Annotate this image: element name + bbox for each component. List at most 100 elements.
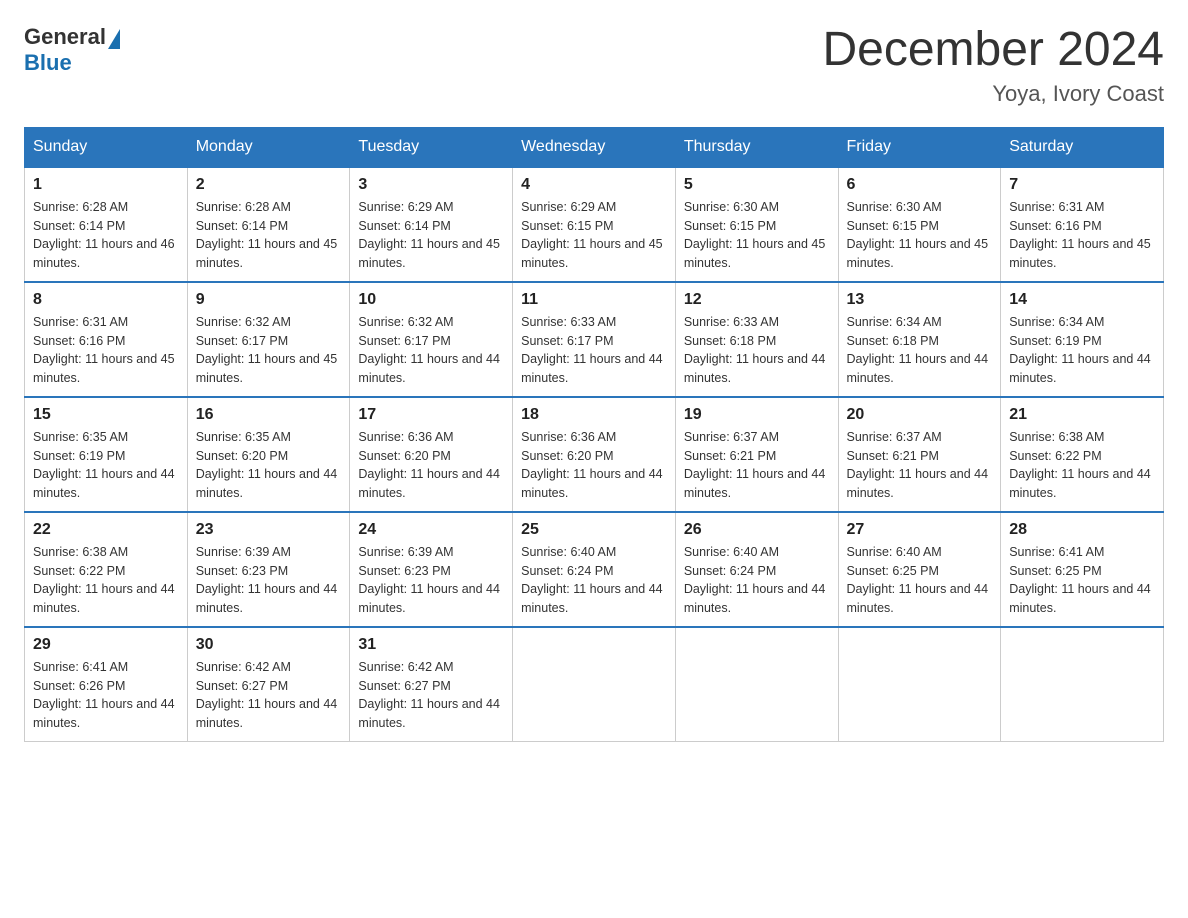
day-info: Sunrise: 6:40 AM Sunset: 6:24 PM Dayligh…	[684, 543, 830, 618]
calendar-cell	[1001, 627, 1164, 742]
day-number: 9	[196, 291, 342, 309]
calendar-cell: 30 Sunrise: 6:42 AM Sunset: 6:27 PM Dayl…	[187, 627, 350, 742]
day-number: 19	[684, 406, 830, 424]
calendar-cell: 19 Sunrise: 6:37 AM Sunset: 6:21 PM Dayl…	[675, 397, 838, 512]
weekday-header-sunday: Sunday	[25, 127, 188, 167]
day-info: Sunrise: 6:28 AM Sunset: 6:14 PM Dayligh…	[33, 198, 179, 273]
day-number: 1	[33, 176, 179, 194]
day-info: Sunrise: 6:33 AM Sunset: 6:18 PM Dayligh…	[684, 313, 830, 388]
day-info: Sunrise: 6:38 AM Sunset: 6:22 PM Dayligh…	[1009, 428, 1155, 503]
calendar-cell: 17 Sunrise: 6:36 AM Sunset: 6:20 PM Dayl…	[350, 397, 513, 512]
day-number: 12	[684, 291, 830, 309]
calendar-table: SundayMondayTuesdayWednesdayThursdayFrid…	[24, 127, 1164, 742]
calendar-cell: 7 Sunrise: 6:31 AM Sunset: 6:16 PM Dayli…	[1001, 167, 1164, 282]
day-number: 30	[196, 636, 342, 654]
day-number: 31	[358, 636, 504, 654]
day-number: 21	[1009, 406, 1155, 424]
day-info: Sunrise: 6:30 AM Sunset: 6:15 PM Dayligh…	[684, 198, 830, 273]
calendar-cell: 24 Sunrise: 6:39 AM Sunset: 6:23 PM Dayl…	[350, 512, 513, 627]
logo-triangle-icon	[108, 29, 120, 49]
calendar-cell	[513, 627, 676, 742]
calendar-cell: 1 Sunrise: 6:28 AM Sunset: 6:14 PM Dayli…	[25, 167, 188, 282]
day-info: Sunrise: 6:34 AM Sunset: 6:18 PM Dayligh…	[847, 313, 993, 388]
day-number: 29	[33, 636, 179, 654]
day-number: 2	[196, 176, 342, 194]
calendar-week-1: 1 Sunrise: 6:28 AM Sunset: 6:14 PM Dayli…	[25, 167, 1164, 282]
calendar-cell: 13 Sunrise: 6:34 AM Sunset: 6:18 PM Dayl…	[838, 282, 1001, 397]
calendar-cell: 27 Sunrise: 6:40 AM Sunset: 6:25 PM Dayl…	[838, 512, 1001, 627]
day-info: Sunrise: 6:28 AM Sunset: 6:14 PM Dayligh…	[196, 198, 342, 273]
calendar-week-5: 29 Sunrise: 6:41 AM Sunset: 6:26 PM Dayl…	[25, 627, 1164, 742]
calendar-cell: 11 Sunrise: 6:33 AM Sunset: 6:17 PM Dayl…	[513, 282, 676, 397]
logo[interactable]: General Blue	[24, 24, 120, 76]
calendar-cell	[838, 627, 1001, 742]
logo-general: General	[24, 24, 106, 50]
title-section: December 2024 Yoya, Ivory Coast	[822, 24, 1164, 107]
calendar-cell: 6 Sunrise: 6:30 AM Sunset: 6:15 PM Dayli…	[838, 167, 1001, 282]
calendar-cell: 22 Sunrise: 6:38 AM Sunset: 6:22 PM Dayl…	[25, 512, 188, 627]
day-info: Sunrise: 6:38 AM Sunset: 6:22 PM Dayligh…	[33, 543, 179, 618]
calendar-cell: 23 Sunrise: 6:39 AM Sunset: 6:23 PM Dayl…	[187, 512, 350, 627]
day-number: 28	[1009, 521, 1155, 539]
calendar-cell: 18 Sunrise: 6:36 AM Sunset: 6:20 PM Dayl…	[513, 397, 676, 512]
calendar-cell: 9 Sunrise: 6:32 AM Sunset: 6:17 PM Dayli…	[187, 282, 350, 397]
day-info: Sunrise: 6:41 AM Sunset: 6:25 PM Dayligh…	[1009, 543, 1155, 618]
day-number: 25	[521, 521, 667, 539]
day-info: Sunrise: 6:31 AM Sunset: 6:16 PM Dayligh…	[1009, 198, 1155, 273]
day-number: 3	[358, 176, 504, 194]
day-info: Sunrise: 6:42 AM Sunset: 6:27 PM Dayligh…	[196, 658, 342, 733]
calendar-cell: 12 Sunrise: 6:33 AM Sunset: 6:18 PM Dayl…	[675, 282, 838, 397]
day-number: 18	[521, 406, 667, 424]
day-number: 4	[521, 176, 667, 194]
day-info: Sunrise: 6:33 AM Sunset: 6:17 PM Dayligh…	[521, 313, 667, 388]
day-number: 15	[33, 406, 179, 424]
day-info: Sunrise: 6:29 AM Sunset: 6:14 PM Dayligh…	[358, 198, 504, 273]
day-info: Sunrise: 6:36 AM Sunset: 6:20 PM Dayligh…	[521, 428, 667, 503]
calendar-cell: 10 Sunrise: 6:32 AM Sunset: 6:17 PM Dayl…	[350, 282, 513, 397]
day-info: Sunrise: 6:37 AM Sunset: 6:21 PM Dayligh…	[684, 428, 830, 503]
weekday-header-thursday: Thursday	[675, 127, 838, 167]
calendar-cell: 14 Sunrise: 6:34 AM Sunset: 6:19 PM Dayl…	[1001, 282, 1164, 397]
day-info: Sunrise: 6:37 AM Sunset: 6:21 PM Dayligh…	[847, 428, 993, 503]
calendar-cell: 4 Sunrise: 6:29 AM Sunset: 6:15 PM Dayli…	[513, 167, 676, 282]
day-info: Sunrise: 6:31 AM Sunset: 6:16 PM Dayligh…	[33, 313, 179, 388]
day-info: Sunrise: 6:34 AM Sunset: 6:19 PM Dayligh…	[1009, 313, 1155, 388]
calendar-week-2: 8 Sunrise: 6:31 AM Sunset: 6:16 PM Dayli…	[25, 282, 1164, 397]
weekday-header-saturday: Saturday	[1001, 127, 1164, 167]
calendar-cell: 16 Sunrise: 6:35 AM Sunset: 6:20 PM Dayl…	[187, 397, 350, 512]
day-number: 24	[358, 521, 504, 539]
calendar-cell: 25 Sunrise: 6:40 AM Sunset: 6:24 PM Dayl…	[513, 512, 676, 627]
day-number: 5	[684, 176, 830, 194]
day-info: Sunrise: 6:36 AM Sunset: 6:20 PM Dayligh…	[358, 428, 504, 503]
day-number: 20	[847, 406, 993, 424]
day-number: 14	[1009, 291, 1155, 309]
day-number: 6	[847, 176, 993, 194]
day-number: 8	[33, 291, 179, 309]
calendar-cell: 29 Sunrise: 6:41 AM Sunset: 6:26 PM Dayl…	[25, 627, 188, 742]
day-info: Sunrise: 6:35 AM Sunset: 6:19 PM Dayligh…	[33, 428, 179, 503]
day-info: Sunrise: 6:39 AM Sunset: 6:23 PM Dayligh…	[358, 543, 504, 618]
day-info: Sunrise: 6:40 AM Sunset: 6:25 PM Dayligh…	[847, 543, 993, 618]
calendar-cell: 31 Sunrise: 6:42 AM Sunset: 6:27 PM Dayl…	[350, 627, 513, 742]
calendar-cell: 8 Sunrise: 6:31 AM Sunset: 6:16 PM Dayli…	[25, 282, 188, 397]
day-number: 13	[847, 291, 993, 309]
day-info: Sunrise: 6:29 AM Sunset: 6:15 PM Dayligh…	[521, 198, 667, 273]
month-title: December 2024	[822, 24, 1164, 77]
weekday-header-tuesday: Tuesday	[350, 127, 513, 167]
calendar-cell: 28 Sunrise: 6:41 AM Sunset: 6:25 PM Dayl…	[1001, 512, 1164, 627]
calendar-cell	[675, 627, 838, 742]
day-number: 16	[196, 406, 342, 424]
calendar-cell: 21 Sunrise: 6:38 AM Sunset: 6:22 PM Dayl…	[1001, 397, 1164, 512]
day-info: Sunrise: 6:42 AM Sunset: 6:27 PM Dayligh…	[358, 658, 504, 733]
day-info: Sunrise: 6:32 AM Sunset: 6:17 PM Dayligh…	[196, 313, 342, 388]
day-number: 27	[847, 521, 993, 539]
location-title: Yoya, Ivory Coast	[822, 81, 1164, 107]
day-number: 10	[358, 291, 504, 309]
calendar-cell: 3 Sunrise: 6:29 AM Sunset: 6:14 PM Dayli…	[350, 167, 513, 282]
day-number: 11	[521, 291, 667, 309]
calendar-cell: 5 Sunrise: 6:30 AM Sunset: 6:15 PM Dayli…	[675, 167, 838, 282]
calendar-cell: 15 Sunrise: 6:35 AM Sunset: 6:19 PM Dayl…	[25, 397, 188, 512]
day-number: 22	[33, 521, 179, 539]
day-info: Sunrise: 6:40 AM Sunset: 6:24 PM Dayligh…	[521, 543, 667, 618]
day-info: Sunrise: 6:41 AM Sunset: 6:26 PM Dayligh…	[33, 658, 179, 733]
